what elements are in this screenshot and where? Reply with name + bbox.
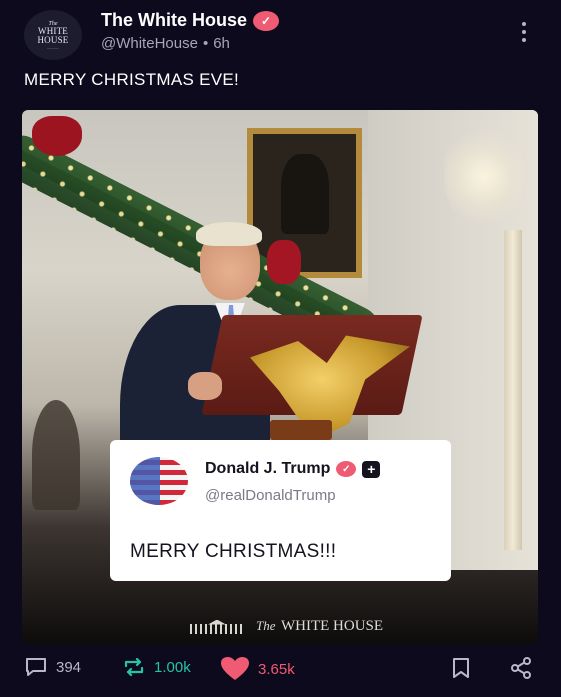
bookmark-icon (450, 656, 472, 680)
more-options-icon[interactable] (521, 22, 527, 42)
image-watermark: The WHITE HOUSE (190, 618, 383, 635)
watermark-prefix: The (256, 618, 276, 633)
like-count: 3.65k (258, 660, 295, 678)
repost-count: 1.00k (154, 658, 191, 676)
image-podium-base (270, 420, 332, 440)
post-text: MERRY CHRISTMAS EVE! (24, 70, 240, 89)
post-time[interactable]: 6h (213, 35, 230, 52)
image-chandelier (444, 122, 524, 232)
avatar-house-text: HOUSE (37, 34, 69, 45)
action-bar: 394 1.00k 3.65k (0, 652, 561, 688)
white-house-building-icon (190, 620, 244, 634)
like-button[interactable]: 3.65k (220, 656, 295, 682)
reply-count: 394 (56, 658, 82, 676)
share-button[interactable] (509, 656, 533, 680)
embedded-post-card: Donald J. Trump ✓ + @realDonaldTrump MER… (110, 440, 451, 581)
reply-icon (24, 656, 48, 678)
embedded-name-row: Donald J. Trump ✓ + (205, 460, 381, 478)
image-red-bow (32, 116, 82, 156)
reply-button[interactable]: 394 (24, 656, 81, 678)
account-avatar[interactable]: The WHITE HOUSE ——— (24, 10, 82, 60)
like-heart-icon (220, 656, 250, 682)
repost-button[interactable]: 1.00k (122, 656, 191, 678)
account-name-row: The White House ✓ (101, 10, 280, 31)
image-red-bow (267, 240, 301, 284)
post-card: The WHITE HOUSE ——— The White House ✓ @W… (0, 0, 561, 697)
account-handle[interactable]: @WhiteHouse (101, 35, 198, 52)
image-portrait (247, 128, 362, 278)
meta-separator: • (202, 35, 209, 52)
repost-icon (122, 656, 146, 678)
image-column (504, 230, 522, 550)
account-meta: @WhiteHouse • 6h (101, 35, 230, 52)
plus-icon: + (362, 460, 381, 478)
more-dot (522, 30, 526, 34)
watermark-text: The WHITE HOUSE (256, 618, 383, 635)
verified-badge-icon: ✓ (336, 461, 357, 477)
image-portrait-figure (281, 154, 329, 234)
embedded-account-avatar (130, 457, 188, 505)
embedded-handle: @realDonaldTrump (205, 487, 336, 504)
more-dot (522, 38, 526, 42)
bookmark-button[interactable] (450, 656, 472, 680)
account-display-name[interactable]: The White House (101, 10, 247, 31)
watermark-name: WHITE HOUSE (280, 618, 384, 634)
image-person-hand (188, 372, 222, 400)
verified-badge-icon: ✓ (253, 10, 280, 31)
image-shadow (32, 400, 80, 510)
embedded-post-text: MERRY CHRISTMAS!!! (130, 541, 337, 562)
more-dot (522, 22, 526, 26)
image-person-hair (196, 222, 262, 246)
share-icon (509, 656, 533, 680)
avatar-rule: ——— (47, 44, 59, 50)
embedded-display-name: Donald J. Trump (205, 460, 331, 477)
